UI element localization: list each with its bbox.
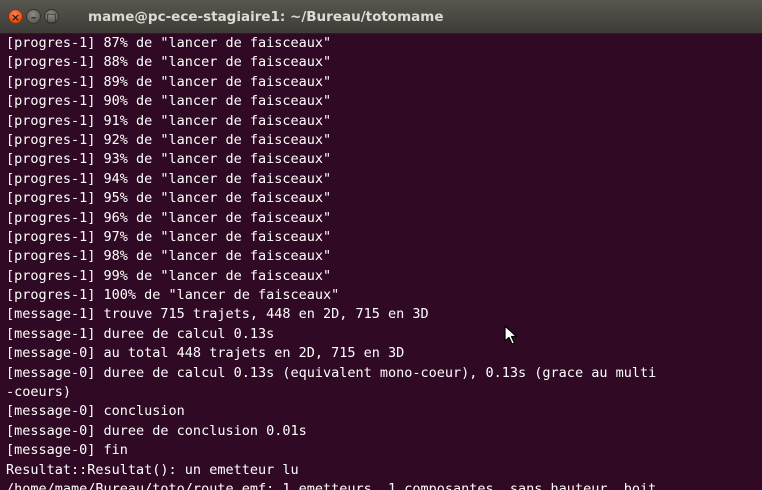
terminal-line: [progres-1] 99% de "lancer de faisceaux": [6, 267, 332, 284]
maximize-icon[interactable]: □: [44, 9, 59, 24]
terminal-line: [progres-1] 94% de "lancer de faisceaux": [6, 170, 332, 187]
terminal-line: [progres-1] 89% de "lancer de faisceaux": [6, 73, 332, 90]
terminal-line: [message-1] duree de calcul 0.13s: [6, 325, 275, 342]
minimize-icon[interactable]: –: [26, 9, 41, 24]
terminal-line: [progres-1] 97% de "lancer de faisceaux": [6, 228, 332, 245]
terminal-output[interactable]: [progres-1] 87% de "lancer de faisceaux"…: [0, 34, 762, 490]
terminal-line: Resultat::Resultat(): un emetteur lu: [6, 461, 299, 478]
terminal-line: [progres-1] 96% de "lancer de faisceaux": [6, 209, 332, 226]
window-titlebar[interactable]: × – □ mame@pc-ece-stagiaire1: ~/Bureau/t…: [0, 0, 762, 34]
window-title: mame@pc-ece-stagiaire1: ~/Bureau/totomam…: [88, 9, 444, 25]
terminal-line: [progres-1] 100% de "lancer de faisceaux…: [6, 287, 340, 304]
terminal-line: [message-0] fin: [6, 442, 128, 459]
terminal-line: [progres-1] 91% de "lancer de faisceaux": [6, 112, 332, 129]
terminal-line: [progres-1] 95% de "lancer de faisceaux": [6, 190, 332, 207]
terminal-line: [message-1] trouve 715 trajets, 448 en 2…: [6, 306, 429, 323]
terminal-line: /home/mame/Bureau/toto/route.emf: 1 emet…: [6, 480, 657, 490]
terminal-line: [progres-1] 98% de "lancer de faisceaux": [6, 248, 332, 265]
terminal-line: [message-0] au total 448 trajets en 2D, …: [6, 345, 405, 362]
terminal-line: [progres-1] 88% de "lancer de faisceaux": [6, 54, 332, 71]
terminal-line: [message-0] duree de conclusion 0.01s: [6, 422, 307, 439]
terminal-line: [progres-1] 92% de "lancer de faisceaux": [6, 131, 332, 148]
terminal-line: [progres-1] 90% de "lancer de faisceaux": [6, 93, 332, 110]
mouse-pointer-icon: [504, 325, 518, 345]
terminal-line: [message-0] duree de calcul 0.13s (equiv…: [6, 364, 657, 381]
terminal-line: [progres-1] 93% de "lancer de faisceaux": [6, 151, 332, 168]
terminal-line: [message-0] conclusion: [6, 403, 185, 420]
close-icon[interactable]: ×: [8, 9, 23, 24]
terminal-line: -coeurs): [6, 384, 72, 401]
terminal-line: [progres-1] 87% de "lancer de faisceaux": [6, 35, 332, 51]
